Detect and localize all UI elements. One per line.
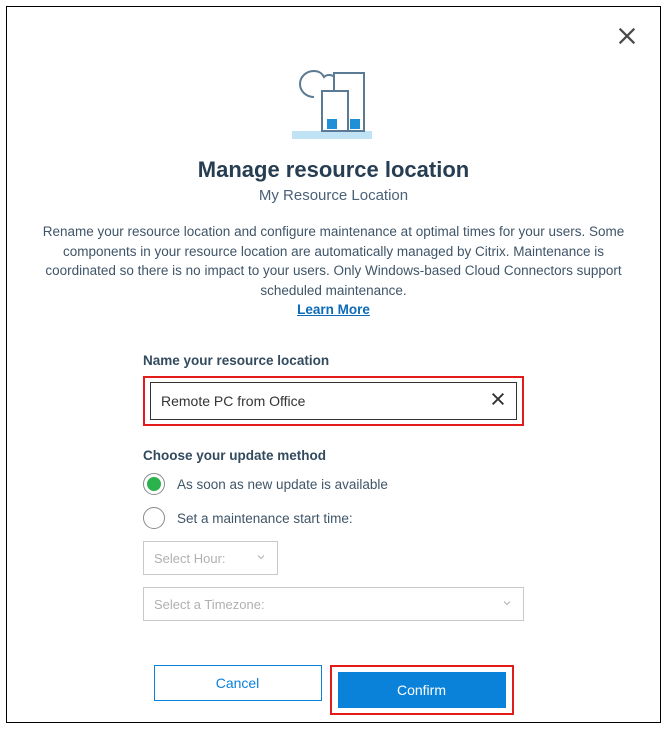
radio-label-scheduled: Set a maintenance start time:: [177, 511, 353, 526]
select-hour-placeholder: Select Hour:: [154, 551, 226, 566]
learn-more-link[interactable]: Learn More: [31, 302, 636, 317]
dialog-button-row: Cancel Confirm: [143, 665, 524, 715]
radio-option-scheduled[interactable]: Set a maintenance start time:: [143, 507, 524, 529]
select-hour-dropdown[interactable]: Select Hour:: [143, 541, 278, 575]
select-timezone-dropdown[interactable]: Select a Timezone:: [143, 587, 524, 621]
resource-location-hero-icon: [31, 65, 636, 143]
clear-input-button[interactable]: [490, 391, 506, 412]
name-input-highlight: [143, 376, 524, 426]
update-method-radiogroup: As soon as new update is available Set a…: [143, 473, 524, 529]
close-icon: [616, 34, 638, 51]
method-field-label: Choose your update method: [143, 448, 524, 463]
close-icon: [490, 394, 506, 411]
radio-icon: [143, 507, 165, 529]
name-input-wrap: [150, 382, 517, 420]
confirm-button[interactable]: Confirm: [338, 672, 506, 708]
close-button[interactable]: [616, 25, 638, 52]
radio-label-immediate: As soon as new update is available: [177, 477, 388, 492]
chevron-down-icon: [255, 551, 267, 566]
confirm-button-highlight: Confirm: [330, 665, 514, 715]
radio-option-immediate[interactable]: As soon as new update is available: [143, 473, 524, 495]
cancel-button[interactable]: Cancel: [154, 665, 322, 701]
chevron-down-icon: [501, 597, 513, 612]
dialog-description: Rename your resource location and config…: [31, 222, 636, 300]
name-field-label: Name your resource location: [143, 353, 524, 368]
select-timezone-placeholder: Select a Timezone:: [154, 597, 265, 612]
form-area: Name your resource location Choose your …: [31, 353, 636, 715]
resource-name-input[interactable]: [161, 383, 490, 419]
radio-icon: [143, 473, 165, 495]
manage-resource-location-dialog: Manage resource location My Resource Loc…: [6, 6, 661, 723]
dialog-subtitle: My Resource Location: [31, 187, 636, 204]
dialog-title: Manage resource location: [31, 157, 636, 183]
